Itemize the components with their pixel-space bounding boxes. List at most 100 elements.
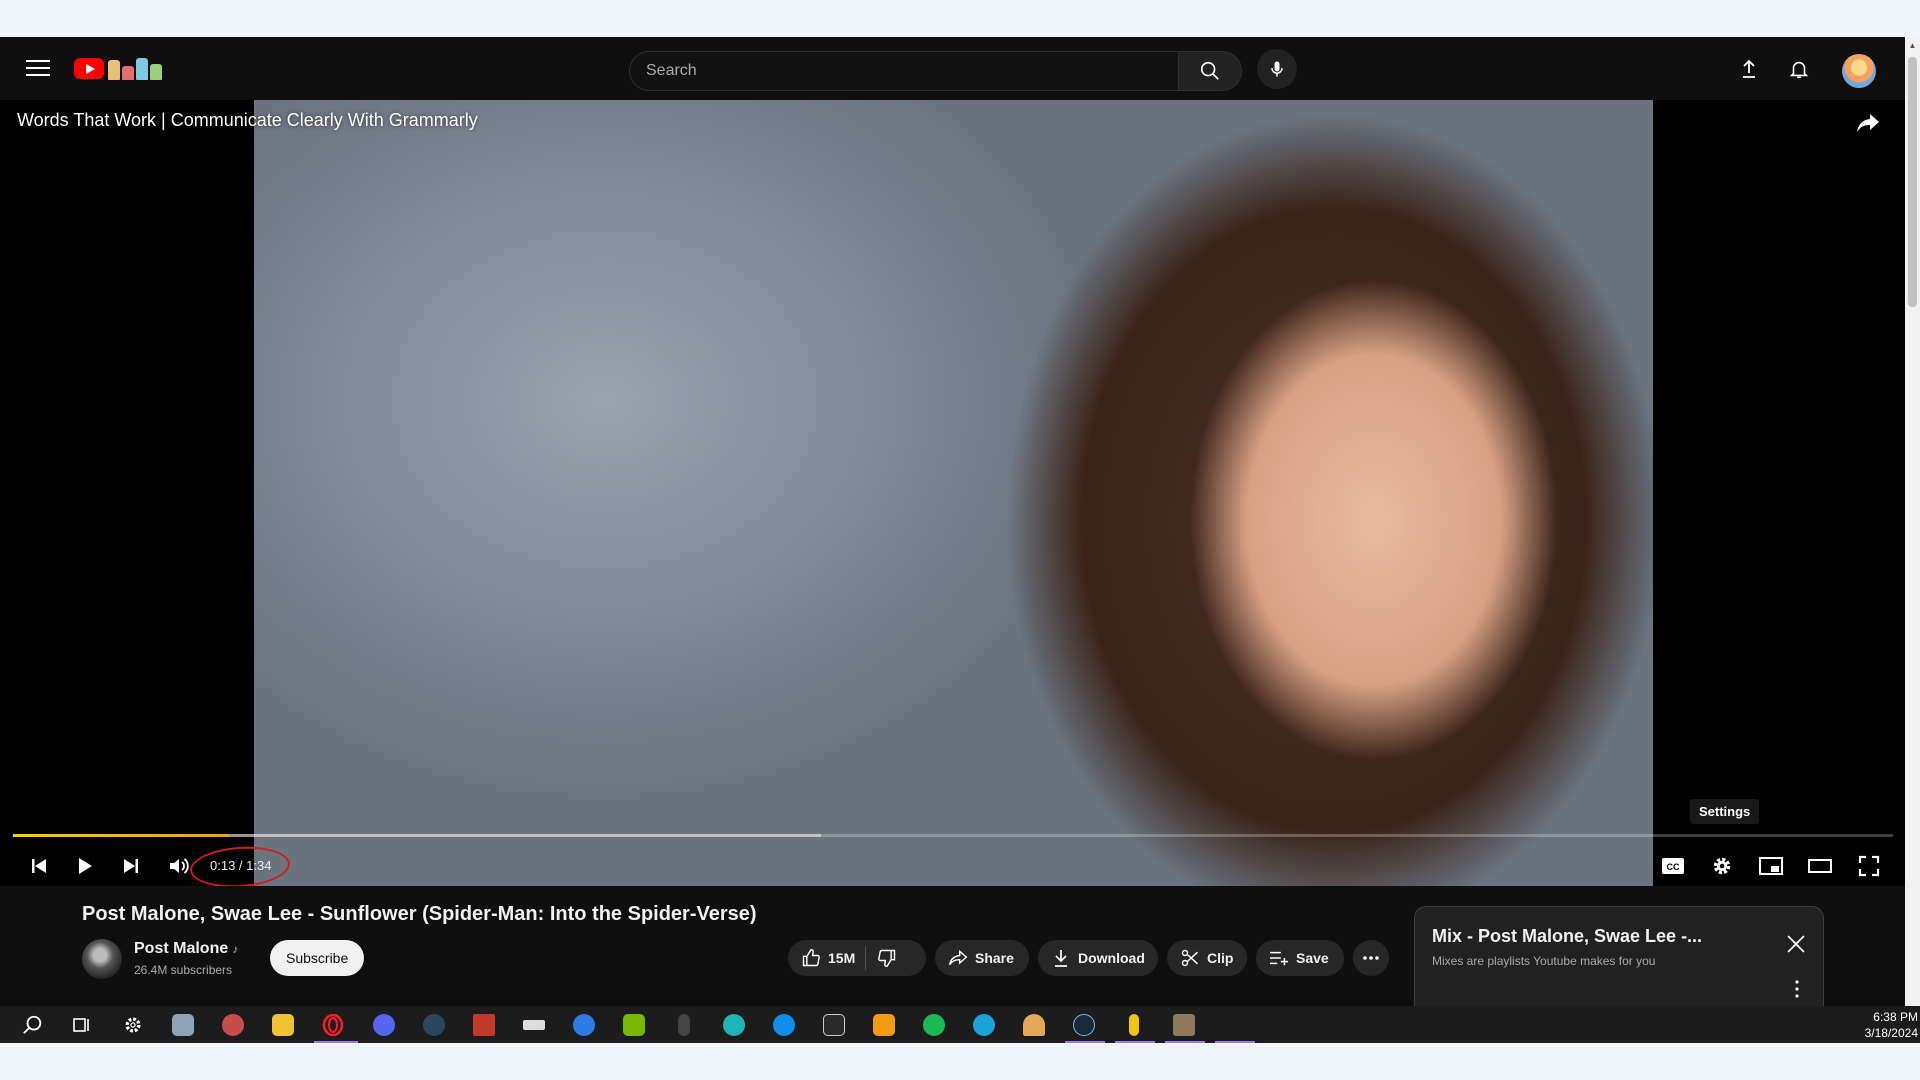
save-playlist-icon xyxy=(1268,947,1290,969)
app-icon-helm[interactable] xyxy=(1169,1010,1199,1040)
taskbar-search-icon[interactable] xyxy=(18,1010,48,1040)
voice-search-button[interactable] xyxy=(1257,49,1297,89)
active-app-indicator xyxy=(314,1041,358,1043)
ad-video-title[interactable]: Words That Work | Communicate Clearly Wi… xyxy=(17,110,478,131)
masthead xyxy=(0,37,1905,100)
mix-title[interactable]: Mix - Post Malone, Swae Lee -... xyxy=(1432,926,1702,947)
scroll-thumb[interactable] xyxy=(1908,57,1917,307)
fullscreen-icon xyxy=(1858,855,1880,877)
video-frame[interactable] xyxy=(254,100,1653,886)
bell-icon xyxy=(1789,61,1809,79)
like-dislike-group: 15M xyxy=(788,940,926,976)
more-horizontal-icon xyxy=(1363,956,1379,960)
app-icon-orange[interactable] xyxy=(869,1010,899,1040)
create-upload-button[interactable] xyxy=(1735,55,1763,83)
skip-next-icon xyxy=(124,859,138,873)
teamviewer-icon[interactable] xyxy=(769,1010,799,1040)
app-icon-gear-teal[interactable] xyxy=(719,1010,749,1040)
nvidia-icon[interactable] xyxy=(619,1010,649,1040)
close-icon[interactable] xyxy=(1785,933,1807,955)
spotify-icon[interactable] xyxy=(919,1010,949,1040)
like-button[interactable] xyxy=(800,947,822,969)
app-icon-helmet[interactable] xyxy=(218,1010,248,1040)
account-avatar[interactable] xyxy=(1842,54,1876,88)
share-icon xyxy=(947,947,969,969)
skip-previous-icon xyxy=(32,859,46,873)
active-app-indicator xyxy=(1065,1041,1105,1043)
svg-text:CC: CC xyxy=(1667,862,1680,872)
system-clock[interactable]: 6:38 PM 3/18/2024 xyxy=(1838,1006,1918,1041)
app-icon-lightning[interactable] xyxy=(969,1010,999,1040)
subtitles-button[interactable]: CC xyxy=(1658,851,1688,881)
fullscreen-button[interactable] xyxy=(1854,851,1884,881)
miniplayer-icon xyxy=(1759,857,1783,875)
channel-name-text[interactable]: Post Malone xyxy=(134,940,228,957)
thumbs-up-icon xyxy=(802,948,820,967)
download-label: Download xyxy=(1078,950,1145,966)
share-arrow-icon[interactable] xyxy=(1855,112,1883,138)
music-note-icon: ♪ xyxy=(232,942,239,956)
save-label: Save xyxy=(1296,950,1329,966)
page-scrollbar[interactable]: ▲ ▼ xyxy=(1905,37,1920,1043)
notifications-button[interactable] xyxy=(1785,55,1813,83)
progress-bar[interactable] xyxy=(13,834,1893,837)
clip-button[interactable]: Clip xyxy=(1167,940,1247,976)
steam-icon[interactable] xyxy=(419,1010,449,1040)
channel-avatar[interactable] xyxy=(82,939,122,979)
next-button[interactable] xyxy=(116,851,146,881)
mouse-app-icon[interactable] xyxy=(669,1010,699,1040)
microphone-icon xyxy=(1271,61,1283,77)
search-input[interactable] xyxy=(629,51,1178,91)
settings-button[interactable] xyxy=(1707,851,1737,881)
opera-browser-icon[interactable] xyxy=(318,1010,348,1040)
progress-played xyxy=(13,834,230,837)
task-view-icon[interactable] xyxy=(67,1010,97,1040)
dislike-button[interactable] xyxy=(876,947,898,969)
clock-time: 6:38 PM xyxy=(1873,1010,1918,1024)
miniplayer-button[interactable] xyxy=(1756,851,1786,881)
closed-captions-icon: CC xyxy=(1662,858,1684,874)
steam-icon-2[interactable] xyxy=(1069,1010,1099,1040)
hamburger-menu-icon[interactable] xyxy=(24,55,52,81)
app-icon-anvil[interactable] xyxy=(519,1010,549,1040)
file-explorer-icon[interactable] xyxy=(268,1010,298,1040)
download-button[interactable]: Download xyxy=(1038,940,1158,976)
volume-icon xyxy=(170,858,189,874)
subscribe-button[interactable]: Subscribe xyxy=(270,940,365,976)
previous-button[interactable] xyxy=(24,851,54,881)
epic-games-icon[interactable] xyxy=(819,1010,849,1040)
play-button[interactable] xyxy=(70,851,100,881)
channel-name[interactable]: Post Malone ♪ xyxy=(134,940,238,958)
save-button[interactable]: Save xyxy=(1256,940,1344,976)
settings-tooltip: Settings xyxy=(1690,799,1760,824)
voicemeeter-icon[interactable] xyxy=(469,1010,499,1040)
settings-app-icon[interactable] xyxy=(118,1010,148,1040)
play-icon xyxy=(79,858,92,874)
windows-taskbar: 6:38 PM 3/18/2024 xyxy=(0,1006,1920,1043)
app-icon-blue-circle[interactable] xyxy=(569,1010,599,1040)
mute-button[interactable] xyxy=(164,851,194,881)
scroll-up-icon[interactable]: ▲ xyxy=(1908,41,1917,53)
share-label: Share xyxy=(975,950,1014,966)
app-icon-wing[interactable] xyxy=(1019,1010,1049,1040)
app-icon-broom[interactable] xyxy=(1119,1010,1149,1040)
search-button[interactable] xyxy=(1178,51,1242,91)
youtube-window: Words That Work | Communicate Clearly Wi… xyxy=(0,37,1920,1043)
upload-icon xyxy=(1743,59,1755,78)
youtube-logo[interactable] xyxy=(74,54,164,82)
search-box xyxy=(629,51,1242,91)
more-vertical-icon[interactable] xyxy=(1793,979,1801,999)
share-button[interactable]: Share xyxy=(935,940,1029,976)
like-count[interactable]: 15M xyxy=(828,950,855,966)
active-app-indicator xyxy=(1115,1041,1155,1043)
doodle-icon xyxy=(108,56,164,80)
like-divider xyxy=(865,946,867,970)
theater-mode-button[interactable] xyxy=(1805,851,1835,881)
more-actions-button[interactable] xyxy=(1353,940,1389,976)
active-app-indicator xyxy=(1165,1041,1205,1043)
subscriber-count: 26.4M subscribers xyxy=(134,963,233,977)
app-icon-monitor[interactable] xyxy=(168,1010,198,1040)
mix-subtitle: Mixes are playlists Youtube makes for yo… xyxy=(1432,954,1656,968)
discord-icon[interactable] xyxy=(369,1010,399,1040)
video-player[interactable]: Words That Work | Communicate Clearly Wi… xyxy=(0,100,1905,886)
